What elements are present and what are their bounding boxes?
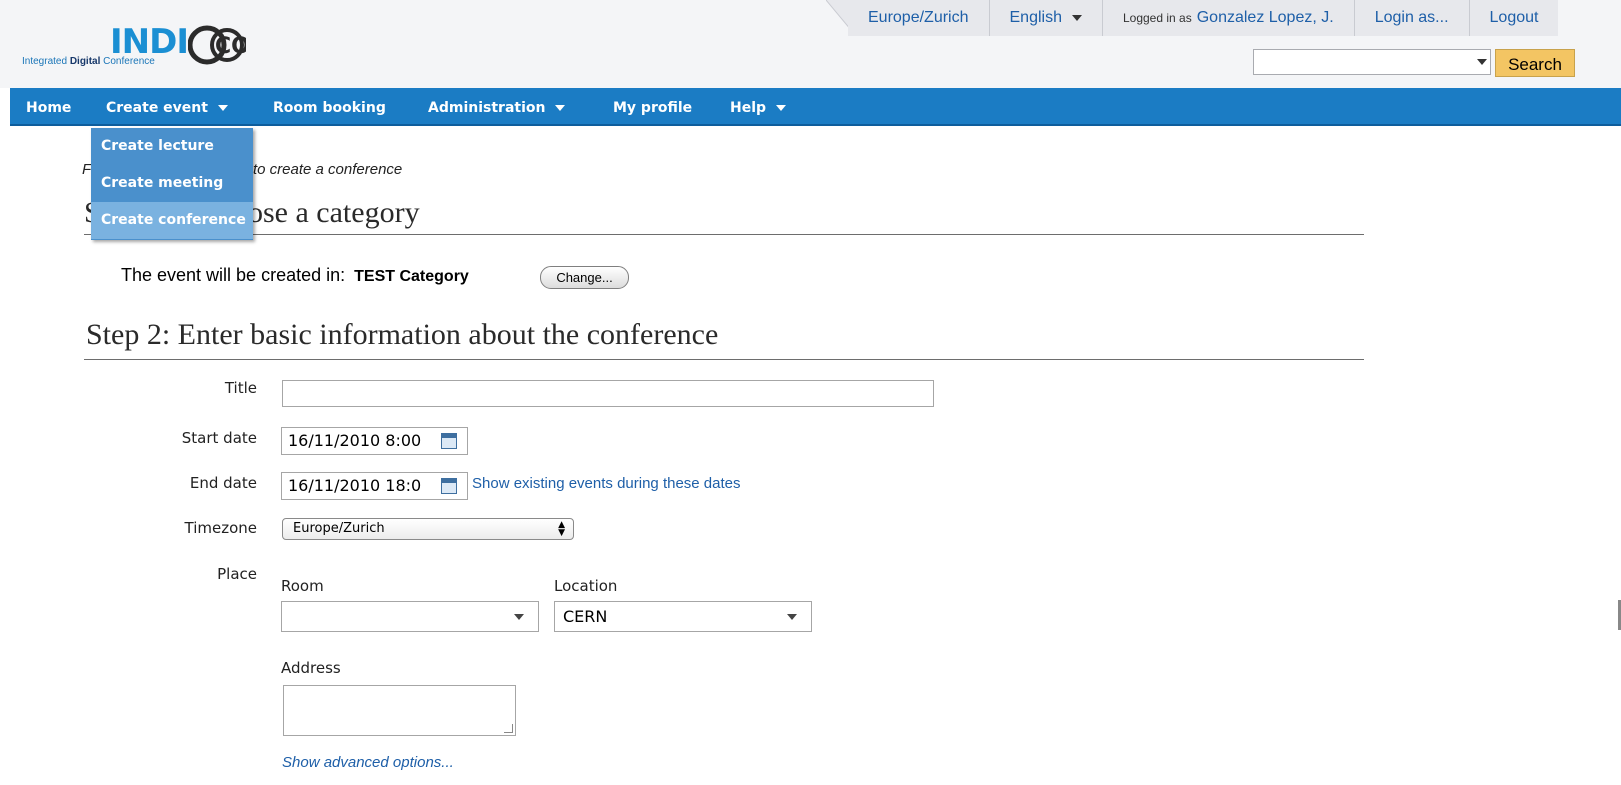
end-date-input[interactable]: 16/11/2010 18:0 — [281, 472, 468, 500]
title-label: Title — [224, 379, 257, 397]
location-value: CERN — [563, 607, 608, 626]
room-label: Room — [281, 577, 324, 595]
category-line: The event will be created in: TEST Categ… — [121, 265, 469, 286]
room-combo[interactable] — [281, 601, 539, 632]
change-category-button[interactable]: Change... — [540, 266, 629, 289]
nav-home[interactable]: Home — [26, 88, 71, 124]
place-label: Place — [217, 565, 257, 583]
location-label: Location — [554, 577, 618, 595]
nav-help-label: Help — [730, 100, 767, 116]
step2-heading: Step 2: Enter basic information about th… — [86, 318, 719, 351]
nav-room-booking[interactable]: Room booking — [273, 88, 386, 124]
chevron-down-icon — [217, 105, 228, 111]
logout-link[interactable]: Logout — [1468, 0, 1559, 36]
address-textarea[interactable] — [283, 685, 516, 736]
end-date-value: 16/11/2010 18:0 — [288, 476, 422, 495]
menu-create-meeting[interactable]: Create meeting — [91, 165, 253, 202]
resize-grip-icon[interactable] — [504, 724, 513, 733]
timezone-link[interactable]: Europe/Zurich — [848, 0, 989, 36]
address-label: Address — [281, 659, 341, 677]
category-prefix: The event will be created in: — [121, 265, 346, 285]
select-arrows-icon: ▲ ▼ — [558, 520, 565, 538]
logo-tagline: Integrated Digital Conference — [22, 56, 155, 67]
top-bar: Europe/Zurich English Logged in as Gonzal… — [848, 0, 1559, 36]
logo-co-mark: CO — [188, 25, 246, 65]
location-combo[interactable]: CERN — [554, 601, 812, 632]
nav-administration-label: Administration — [428, 100, 546, 116]
chevron-down-icon — [776, 105, 787, 111]
start-date-input[interactable]: 16/11/2010 8:00 — [281, 427, 468, 455]
timezone-label: Timezone — [184, 519, 258, 537]
chevron-down-icon — [1071, 15, 1082, 21]
calendar-icon[interactable] — [441, 433, 457, 449]
timezone-value: Europe/Zurich — [293, 521, 385, 536]
logged-in-prefix: Logged in as — [1122, 11, 1192, 25]
title-input[interactable] — [282, 380, 934, 407]
section-divider — [84, 359, 1364, 360]
create-event-dropdown: Create lecture Create meeting Create con… — [91, 128, 253, 240]
language-menu[interactable]: English — [988, 0, 1102, 36]
nav-help[interactable]: Help — [730, 88, 787, 124]
nav-create-event-label: Create event — [106, 100, 208, 116]
search-input[interactable] — [1253, 49, 1491, 75]
calendar-icon[interactable] — [441, 478, 457, 494]
menu-create-conference[interactable]: Create conference — [91, 202, 253, 239]
language-label: English — [1009, 9, 1062, 26]
nav-my-profile[interactable]: My profile — [613, 88, 692, 124]
intro-text: to create a conference — [253, 161, 403, 178]
search-button[interactable]: Search — [1495, 49, 1575, 77]
show-existing-events-link[interactable]: Show existing events during these dates — [472, 475, 741, 492]
user-name-link[interactable]: Gonzalez Lopez, J. — [1197, 9, 1334, 27]
end-date-label: End date — [189, 474, 257, 492]
section-divider — [84, 234, 1364, 235]
user-info: Logged in as Gonzalez Lopez, J. — [1101, 0, 1354, 36]
tagline-part-c: Conference — [100, 56, 155, 67]
start-date-label: Start date — [181, 429, 257, 447]
menu-create-lecture[interactable]: Create lecture — [91, 128, 253, 165]
nav-create-event[interactable]: Create event — [106, 88, 228, 124]
nav-administration[interactable]: Administration — [428, 88, 566, 124]
main-nav: Home Create event Room booking Administr… — [10, 88, 1621, 126]
tagline-part-b: Digital — [69, 56, 101, 67]
category-name: TEST Category — [354, 268, 469, 285]
intro-hidden-start: F — [82, 161, 92, 178]
timezone-select[interactable]: Europe/Zurich ▲ ▼ — [282, 518, 574, 540]
logo-co-text: CO — [215, 34, 246, 59]
start-date-value: 16/11/2010 8:00 — [288, 431, 422, 450]
chevron-down-icon — [555, 105, 566, 111]
step1-heading: ose a category — [248, 196, 420, 229]
login-as-link[interactable]: Login as... — [1353, 0, 1469, 36]
chevron-down-icon — [787, 614, 797, 620]
show-advanced-options-link[interactable]: Show advanced options... — [282, 754, 454, 771]
search-dropdown-icon[interactable] — [1477, 59, 1487, 65]
tagline-part-a: Integrated — [22, 56, 70, 67]
chevron-down-icon — [514, 614, 524, 620]
